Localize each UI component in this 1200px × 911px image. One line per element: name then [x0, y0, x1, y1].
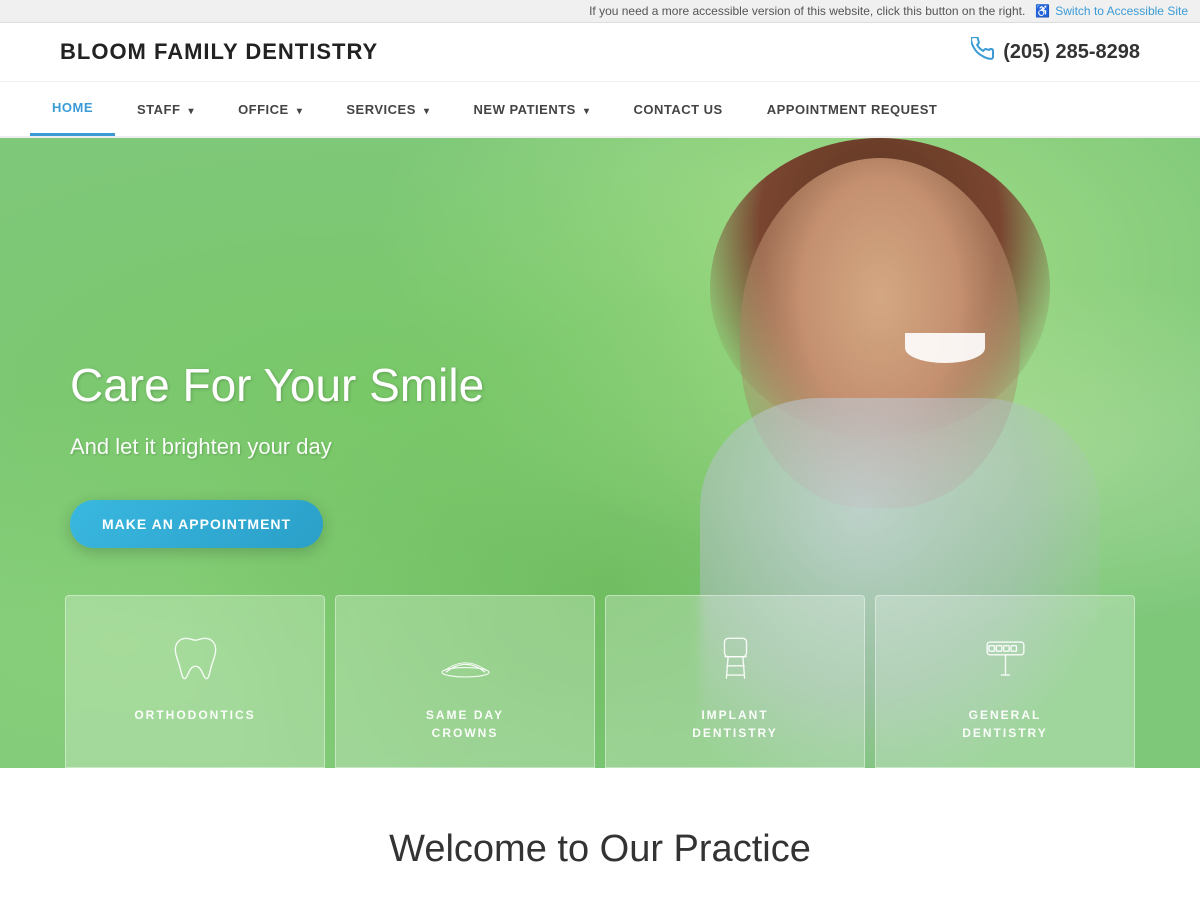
crowns-label: SAME DAYCROWNS — [356, 706, 574, 742]
nav-office[interactable]: OFFICE ▾ — [216, 84, 324, 135]
welcome-section: Welcome to Our Practice — [0, 768, 1200, 911]
service-card-crowns[interactable]: SAME DAYCROWNS — [335, 595, 595, 768]
hero-section: Care For Your Smile And let it brighten … — [0, 138, 1200, 768]
accessibility-icon: ♿ — [1035, 4, 1050, 18]
phone-number[interactable]: (205) 285-8298 — [1003, 41, 1140, 64]
crown-icon — [356, 626, 574, 691]
general-icon — [896, 626, 1114, 691]
orthodontics-label: ORTHODONTICS — [86, 706, 304, 724]
nav-home[interactable]: HOME — [30, 82, 115, 136]
staff-chevron: ▾ — [189, 106, 195, 117]
main-navigation: HOME STAFF ▾ OFFICE ▾ SERVICES ▾ NEW PAT… — [0, 82, 1200, 138]
accessibility-info-text: If you need a more accessible version of… — [589, 4, 1025, 18]
nav-services[interactable]: SERVICES ▾ — [324, 84, 451, 135]
general-label: GENERALDENTISTRY — [896, 706, 1114, 742]
hero-subtitle: And let it brighten your day — [70, 434, 484, 460]
accessibility-link[interactable]: ♿ Switch to Accessible Site — [1035, 4, 1188, 18]
accessibility-bar: If you need a more accessible version of… — [0, 0, 1200, 23]
appointment-button[interactable]: MAKE AN APPOINTMENT — [70, 500, 323, 548]
new-patients-chevron: ▾ — [584, 106, 590, 117]
phone-icon — [971, 37, 995, 67]
accessibility-link-text: Switch to Accessible Site — [1055, 4, 1188, 18]
service-cards: ORTHODONTICS SAME DAYCROWNS — [0, 595, 1200, 768]
nav-contact[interactable]: CONTACT US — [611, 84, 744, 135]
service-card-orthodontics[interactable]: ORTHODONTICS — [65, 595, 325, 768]
hero-title: Care For Your Smile — [70, 358, 484, 413]
implant-icon — [626, 626, 844, 691]
tooth-icon — [86, 626, 304, 691]
services-chevron: ▾ — [424, 106, 430, 117]
welcome-title: Welcome to Our Practice — [60, 828, 1140, 871]
nav-appointment[interactable]: APPOINTMENT REQUEST — [745, 84, 960, 135]
hero-content: Care For Your Smile And let it brighten … — [0, 358, 554, 547]
site-header: BLOOM FAMILY DENTISTRY (205) 285-8298 — [0, 23, 1200, 82]
service-card-implant[interactable]: IMPLANTDENTISTRY — [605, 595, 865, 768]
service-card-general[interactable]: GENERALDENTISTRY — [875, 595, 1135, 768]
site-logo[interactable]: BLOOM FAMILY DENTISTRY — [60, 39, 378, 65]
office-chevron: ▾ — [297, 106, 303, 117]
phone-container: (205) 285-8298 — [971, 37, 1140, 67]
implant-label: IMPLANTDENTISTRY — [626, 706, 844, 742]
nav-new-patients[interactable]: NEW PATIENTS ▾ — [452, 84, 612, 135]
nav-staff[interactable]: STAFF ▾ — [115, 84, 216, 135]
hero-smile — [905, 333, 985, 363]
